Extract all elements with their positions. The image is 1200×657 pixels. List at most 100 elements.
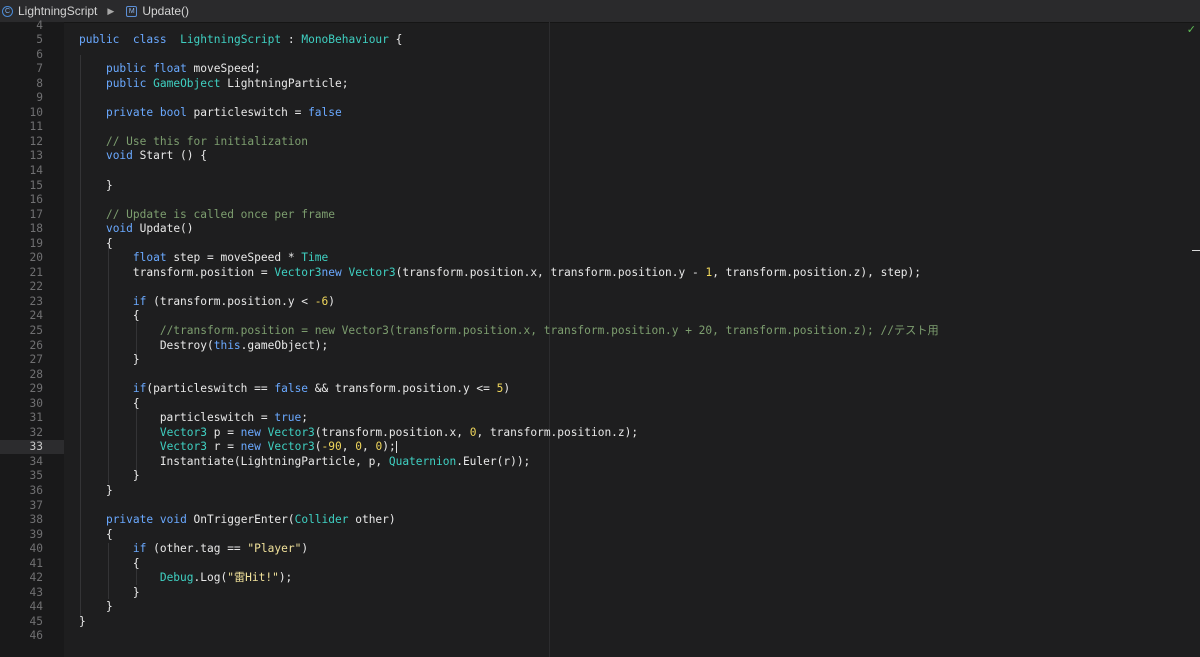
code-token: ;: [301, 411, 309, 425]
code-token: {: [79, 556, 140, 570]
code-text: {: [79, 397, 140, 412]
line-number: 35: [29, 469, 43, 483]
code-token: );: [278, 571, 293, 585]
line-number: 25: [29, 323, 43, 337]
code-token: (other.tag ==: [146, 542, 248, 556]
code-token: ,: [341, 440, 356, 454]
code-token: Destroy(: [79, 338, 214, 352]
code-token: transform.position =: [79, 265, 275, 279]
line-number: 15: [29, 178, 43, 192]
line-number: 21: [29, 265, 43, 279]
code-token: //transform.position = new Vector3(trans…: [159, 323, 939, 337]
line-number: 13: [29, 149, 43, 163]
line-number: 26: [29, 338, 43, 352]
code-token: particleswitch =: [186, 105, 309, 119]
line-number: 17: [29, 207, 43, 221]
breadcrumb-method[interactable]: M Update(): [124, 0, 189, 22]
code-text: particleswitch = true;: [79, 411, 308, 426]
code-token: Vector3: [274, 265, 322, 279]
code-token: // Update is called once per frame: [105, 207, 335, 221]
code-token: (: [314, 440, 322, 454]
checkmark-icon: ✓: [1186, 23, 1196, 36]
line-number: 16: [29, 193, 43, 207]
code-token: {: [79, 527, 113, 541]
code-text: Instantiate(LightningParticle, p, Quater…: [79, 455, 530, 470]
code-token: true: [274, 411, 302, 425]
line-number: 18: [29, 222, 43, 236]
code-token: , transform.position.z), step);: [712, 265, 922, 279]
code-token: Vector3: [159, 440, 207, 454]
code-token: private: [105, 513, 154, 527]
code-token: public: [105, 62, 147, 76]
code-text: }: [79, 179, 113, 194]
code-token: ): [301, 542, 309, 556]
code-token: (transform.position.y <: [146, 294, 315, 308]
code-text: }: [79, 615, 86, 630]
code-token: }: [79, 353, 140, 367]
code-text: }: [79, 484, 113, 499]
code-token: Instantiate(LightningParticle, p,: [79, 454, 389, 468]
line-number: 31: [29, 411, 43, 425]
code-text: {: [79, 237, 113, 252]
code-token: .Log(: [193, 571, 228, 585]
line-number: 42: [29, 571, 43, 585]
code-token: "Player": [247, 542, 302, 556]
code-text: void Start () {: [79, 149, 207, 164]
breadcrumb-method-label: Update(): [142, 4, 189, 18]
code-token: Time: [301, 251, 329, 265]
code-text: }: [79, 600, 113, 615]
line-number: 28: [29, 367, 43, 381]
code-token: this: [213, 338, 241, 352]
code-token: private: [105, 105, 154, 119]
code-token: {: [388, 33, 403, 47]
code-token: Collider: [294, 513, 349, 527]
code-token: ): [503, 382, 511, 396]
code-text: // Use this for initialization: [79, 135, 308, 150]
code-text: Vector3 p = new Vector3(transform.positi…: [79, 426, 638, 441]
code-token: Vector3: [348, 265, 396, 279]
code-token: bool: [159, 105, 187, 119]
line-number: 34: [29, 454, 43, 468]
code-token: {: [79, 396, 140, 410]
code-token: Start () {: [132, 149, 207, 163]
line-number: 20: [29, 251, 43, 265]
code-token: OnTriggerEnter(: [186, 513, 295, 527]
breadcrumb: C LightningScript ▶ M Update(): [0, 0, 1200, 23]
line-number: 46: [29, 629, 43, 643]
line-number: 23: [29, 294, 43, 308]
line-number: 45: [29, 614, 43, 628]
code-token: Quaternion: [388, 454, 457, 468]
code-token: float: [153, 62, 187, 76]
code-text: // Update is called once per frame: [79, 208, 335, 223]
code-token: );: [382, 440, 396, 454]
line-number: 39: [29, 527, 43, 541]
line-number: 6: [36, 47, 43, 61]
code-text: private bool particleswitch = false: [79, 106, 342, 121]
code-token: }: [79, 469, 140, 483]
code-token: }: [79, 585, 140, 599]
code-token: if: [132, 294, 147, 308]
method-icon: M: [126, 5, 138, 17]
line-number: 7: [36, 62, 43, 76]
code-text: public GameObject LightningParticle;: [79, 77, 349, 92]
line-number: 37: [29, 498, 43, 512]
overview-ruler-mark: [1192, 250, 1200, 251]
line-number: 4: [36, 18, 43, 32]
code-text: if (other.tag == "Player"): [79, 542, 308, 557]
code-token: particleswitch =: [79, 411, 275, 425]
code-token: "雷Hit!": [227, 571, 279, 585]
